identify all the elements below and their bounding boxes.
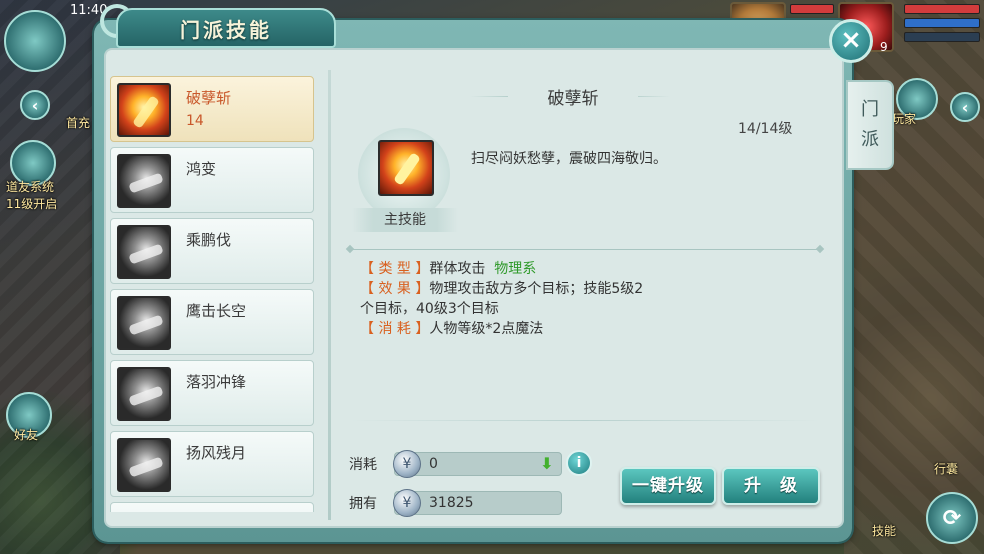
one-key-upgrade-button[interactable]: 一键升级 bbox=[620, 467, 716, 505]
silver-coin-icon: ¥ bbox=[393, 489, 421, 517]
cost-label: 消耗 bbox=[349, 457, 377, 473]
friend-system-label: 道友系统 bbox=[6, 180, 55, 194]
player-level: 9 bbox=[880, 40, 888, 54]
attr-cost-key: 【 消 耗 】 bbox=[360, 321, 430, 337]
skill-name: 鸿变 bbox=[186, 160, 217, 178]
skill-item-luo-yu-chong-feng[interactable]: 落羽冲锋 bbox=[110, 360, 314, 426]
main-skill-label: 主技能 bbox=[352, 208, 458, 232]
attr-cost-line: 【 消 耗 】人物等级*2点魔法 bbox=[360, 318, 543, 338]
skill-icon-locked bbox=[117, 367, 171, 421]
skill-icon-locked bbox=[117, 225, 171, 279]
skill-item-cheng-peng-fa[interactable]: 乘鹏伐 bbox=[110, 218, 314, 284]
attr-effect-value-2: 个目标，40级3个目标 bbox=[360, 301, 499, 317]
right-arrow-button[interactable]: ‹ bbox=[950, 92, 980, 122]
skill-item-yang-feng-can-yue[interactable]: 扬风残月 bbox=[110, 431, 314, 497]
bottom-divider bbox=[350, 420, 820, 421]
first-charge-label[interactable]: 首充 bbox=[66, 114, 90, 131]
cost-value: 0 bbox=[429, 456, 438, 472]
attr-type-value: 群体攻击 bbox=[429, 261, 486, 277]
detail-skill-level: 14/14级 bbox=[738, 121, 793, 137]
attr-cost-value: 人物等级*2点魔法 bbox=[429, 321, 544, 337]
info-button[interactable]: i bbox=[566, 450, 592, 476]
skill-list[interactable]: 破孽斩 14 鸿变 乘鹏伐 鹰击长空 落羽冲锋 扬风残月 bbox=[108, 74, 318, 512]
tab-school-char-2: 派 bbox=[861, 129, 879, 150]
silver-coin-icon: ¥ bbox=[393, 450, 421, 478]
player-exp-bar bbox=[904, 32, 980, 42]
bag-label[interactable]: 行囊 bbox=[934, 460, 958, 477]
tab-school[interactable]: 门 派 bbox=[846, 80, 894, 170]
skills-label[interactable]: 技能 bbox=[872, 522, 896, 539]
skill-item-ying-ji-chang-kong[interactable]: 鹰击长空 bbox=[110, 289, 314, 355]
owned-box: ¥ 31825 bbox=[393, 489, 562, 517]
attr-effect-value-1: 物理攻击敌方多个目标；技能5级2 bbox=[429, 281, 644, 297]
skill-level: 14 bbox=[186, 113, 204, 129]
attr-effect-line-2: 个目标，40级3个目标 bbox=[360, 298, 499, 318]
tab-school-char-1: 门 bbox=[861, 99, 879, 120]
skill-name: 扬风残月 bbox=[186, 444, 247, 462]
cost-box: ¥ 0 ⬇ bbox=[393, 450, 562, 478]
skill-item-partial[interactable] bbox=[110, 502, 314, 512]
skill-icon-locked bbox=[117, 438, 171, 492]
down-arrow-icon: ⬇ bbox=[540, 454, 554, 473]
attr-effect-line: 【 效 果 】物理攻击敌方多个目标；技能5级2 bbox=[360, 278, 643, 298]
attr-type-key: 【 类 型 】 bbox=[360, 261, 430, 277]
dialog-title: 门派技能 bbox=[116, 8, 336, 48]
close-button[interactable]: × bbox=[829, 19, 873, 63]
owned-value: 31825 bbox=[429, 495, 474, 511]
left-arrow-button[interactable]: ‹ bbox=[20, 90, 50, 120]
home-building-button[interactable] bbox=[4, 10, 66, 72]
skill-item-hong-bian[interactable]: 鸿变 bbox=[110, 147, 314, 213]
skill-icon-locked bbox=[117, 296, 171, 350]
skill-icon-locked bbox=[117, 154, 171, 208]
skill-description: 扫尽闷妖愁孽，震破四海敬归。 bbox=[471, 151, 667, 167]
attr-effect-key: 【 效 果 】 bbox=[360, 281, 430, 297]
detail-skill-name: 破孽斩 bbox=[508, 84, 638, 109]
skill-name: 乘鹏伐 bbox=[186, 231, 232, 249]
list-divider bbox=[328, 70, 331, 520]
refresh-button[interactable]: ⟳ bbox=[926, 492, 978, 544]
attr-type-school: 物理系 bbox=[494, 261, 537, 277]
pet-hp-bar bbox=[790, 4, 834, 14]
friend-unlock-label: 11级开启 bbox=[6, 197, 58, 211]
skill-name: 落羽冲锋 bbox=[186, 373, 247, 391]
upgrade-button[interactable]: 升 级 bbox=[722, 467, 820, 505]
detail-divider bbox=[350, 249, 820, 250]
skill-name: 破孽斩 bbox=[186, 89, 232, 107]
skill-icon-fire-slash bbox=[117, 83, 171, 137]
skill-item-ponie-zhan[interactable]: 破孽斩 14 bbox=[110, 76, 314, 142]
skill-name: 鹰击长空 bbox=[186, 302, 247, 320]
owned-label: 拥有 bbox=[349, 496, 377, 512]
player-mp-bar bbox=[904, 18, 980, 28]
detail-skill-icon bbox=[378, 140, 434, 196]
friends-label: 好友 bbox=[14, 428, 39, 442]
attr-type-line: 【 类 型 】群体攻击 物理系 bbox=[360, 258, 536, 278]
player-hp-bar bbox=[904, 4, 980, 14]
